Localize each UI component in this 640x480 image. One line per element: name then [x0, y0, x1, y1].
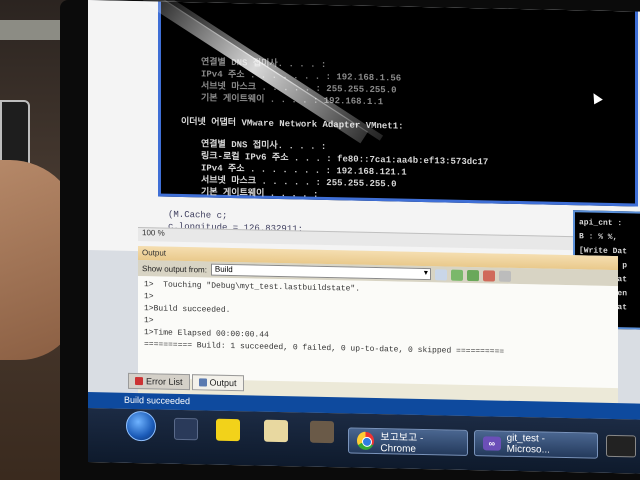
- taskbar-chrome[interactable]: 보고보고 - Chrome: [348, 427, 468, 456]
- windows-start-icon[interactable]: [126, 410, 156, 442]
- output-text-area[interactable]: 1> Touching "Debug\myt_test.lastbuildsta…: [138, 276, 618, 389]
- output-line: ========== Build: 1 succeeded, 0 failed,…: [144, 340, 505, 357]
- output-icon: [198, 378, 207, 387]
- console-line: api_cnt :: [579, 218, 623, 229]
- visual-studio-icon: ∞: [483, 436, 501, 451]
- output-line: 1>: [144, 316, 154, 326]
- next-message-icon[interactable]: [466, 269, 479, 281]
- tab-output[interactable]: Output: [191, 374, 244, 392]
- error-list-icon: [135, 376, 143, 386]
- word-wrap-icon[interactable]: [498, 270, 511, 282]
- output-line: 1>Build succeeded.: [144, 304, 231, 315]
- show-output-label: Show output from:: [142, 263, 207, 274]
- tab-label: Output: [209, 377, 237, 389]
- find-message-icon[interactable]: [434, 268, 447, 281]
- taskbar-label: 보고보고 - Chrome: [380, 432, 424, 455]
- taskbar: 보고보고 - Chrome ∞ git_test - Microso...: [88, 408, 640, 474]
- mouse-cursor-icon: [589, 90, 603, 105]
- explorer-pin-icon[interactable]: [174, 417, 198, 441]
- output-line: 1> Touching "Debug\myt_test.lastbuildsta…: [144, 280, 361, 294]
- output-line: 1>: [144, 292, 154, 302]
- cmd-taskbar-icon[interactable]: [606, 434, 636, 458]
- clear-all-icon[interactable]: [482, 269, 495, 282]
- previous-message-icon[interactable]: [450, 269, 463, 281]
- kakaotalk-icon[interactable]: [216, 418, 240, 442]
- taskbar-label: git_test - Microso...: [506, 432, 550, 456]
- screen: (M.Cache c; c.longitude = 126.832911; 10…: [88, 0, 640, 474]
- command-prompt-window[interactable]: 연결별 DNS 접미사. . . . : IPv4 주소 . . . . . .…: [158, 1, 638, 207]
- tab-label: Error List: [146, 376, 183, 387]
- tab-error-list[interactable]: Error List: [128, 372, 190, 391]
- console-line: B : % %,: [579, 232, 618, 243]
- editor-line: (M.Cache c;: [168, 209, 228, 221]
- taskbar-visual-studio[interactable]: ∞ git_test - Microso...: [474, 430, 598, 459]
- cmd-line: 기본 게이트웨이 . . . . :: [201, 187, 319, 200]
- app-pin-icon[interactable]: [310, 420, 334, 444]
- chrome-icon: [357, 431, 375, 450]
- output-line: 1>Time Elapsed 00:00:00.44: [144, 328, 269, 340]
- folder-icon[interactable]: [264, 419, 288, 443]
